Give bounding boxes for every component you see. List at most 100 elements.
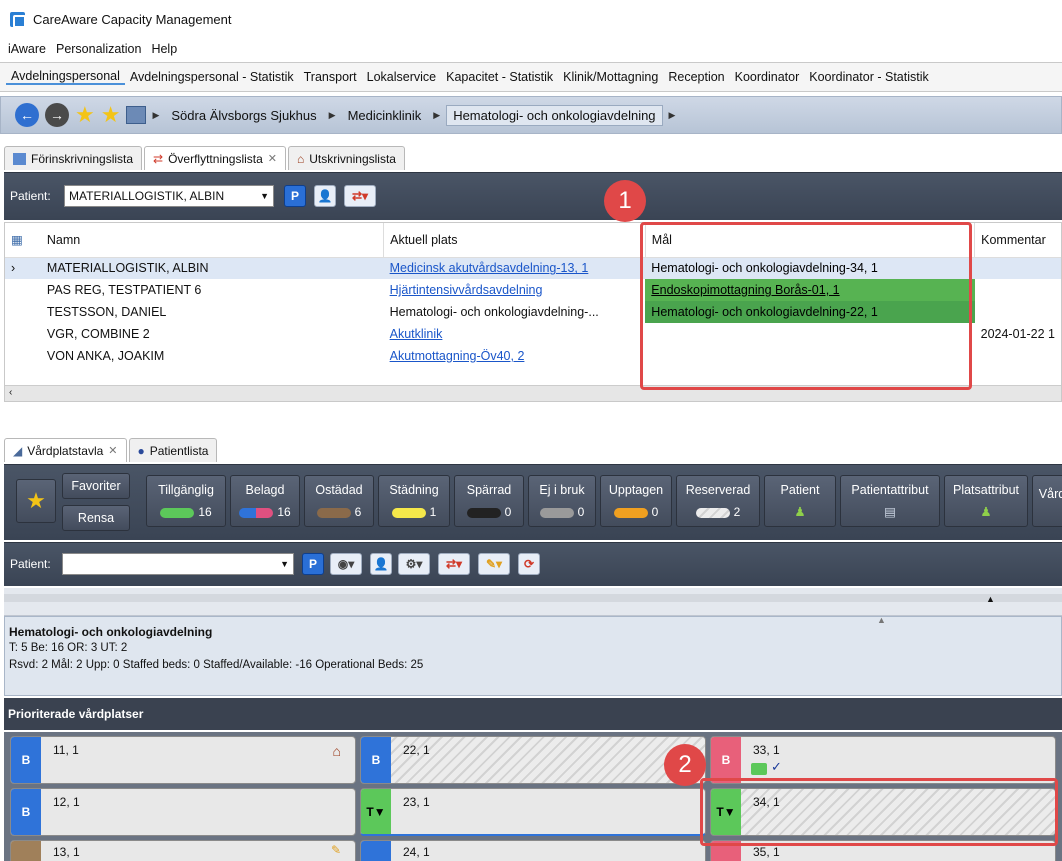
filter-vard[interactable]: Vård [1032,475,1062,527]
callout-1: 1 [604,180,646,222]
patient-person-icon[interactable]: 👤 [314,185,336,207]
breadcrumb-toolbar: ← → ★ ★ ▶ Södra Älvsborgs Sjukhus ▶ Medi… [0,96,1062,134]
bed-card-12-1[interactable]: B 12, 1 [10,788,356,836]
unit-grid-icon[interactable] [126,106,147,124]
column-chooser-icon[interactable]: ▦ [5,223,41,257]
menu-iaware[interactable]: iAware [8,42,46,56]
perspective-lokalservice[interactable]: Lokalservice [362,70,441,84]
transfer-menu-icon[interactable]: ⇄▾ [438,553,470,575]
cleaning-icon: ✎ [330,843,341,857]
patient-label: Patient: [10,189,51,203]
bed-number: 33, 1 [753,743,780,757]
filter-upptagen[interactable]: Upptagen 0 [600,475,672,527]
add-favorite-icon[interactable]: ★ [101,104,121,126]
perspective-kapacitet-statistik[interactable]: Kapacitet - Statistik [441,70,558,84]
ward-stats-line-1: T: 5 Be: 16 OR: 3 UT: 2 [9,642,128,654]
close-icon[interactable]: ✕ [268,152,277,165]
forward-icon[interactable]: → [45,103,69,127]
menu-help[interactable]: Help [151,42,177,56]
perspective-koordinator-statistik[interactable]: Koordinator - Statistik [804,70,934,84]
bed-card-22-1[interactable]: B 22, 1 [360,736,706,784]
highlight-box-bed-34 [700,778,1058,846]
filter-belagd[interactable]: Belagd 16 [230,475,300,527]
status-filter-bar: ★ Favoriter Rensa Tillgänglig 16 Belagd … [4,464,1062,540]
patient-person-icon[interactable]: 👤 [370,553,392,575]
transfer-menu-icon[interactable]: ⇄▾ [344,185,376,207]
bed-board-icon: ◢ [13,443,23,458]
bed-number: 23, 1 [403,795,430,809]
cell-place-link[interactable]: Akutklinik [384,323,646,345]
back-icon[interactable]: ← [15,103,39,127]
column-header-aktuell-plats[interactable]: Aktuell plats [383,223,646,257]
tab-forinskrivningslista[interactable]: Förinskrivningslista [4,146,143,170]
menu-personalization[interactable]: Personalization [56,42,141,56]
clear-button[interactable]: Rensa [62,505,130,531]
place-figure-icon: ♟ [980,505,992,520]
filter-count: 0 [577,505,585,519]
parking-button[interactable]: P [284,185,306,207]
filter-sparrad[interactable]: Spärrad 0 [454,475,524,527]
close-icon[interactable]: ✕ [108,444,117,457]
cell-place-link[interactable]: Medicinsk akutvårdsavdelning-13, 1 [383,257,646,279]
chevron-down-icon: ▼ [260,191,269,201]
breadcrumb-ward[interactable]: Hematologi- och onkologiavdelning [446,104,663,126]
filter-label: Spärrad [466,483,512,497]
perspective-koordinator[interactable]: Koordinator [730,70,805,84]
bed-card-11-1[interactable]: B 11, 1 ⌂ [10,736,356,784]
collapse-up-icon[interactable]: ▲ [986,594,995,604]
cell-name: PAS REG, TESTPATIENT 6 [46,283,202,297]
filter-platsattribut[interactable]: Platsattribut ♟ [944,475,1028,527]
perspective-avdelningspersonal[interactable]: Avdelningspersonal [6,69,125,85]
refresh-icon[interactable]: ⟳ [518,553,540,575]
favorites-star-button[interactable]: ★ [16,479,56,523]
tab-overflyttningslista[interactable]: ⇄ Överflyttningslista ✕ [144,146,287,170]
filter-stadning[interactable]: Städning 1 [378,475,450,527]
bed-card-23-1[interactable]: T▼ 23, 1 [360,788,706,836]
scroll-track[interactable] [4,594,1062,602]
parking-button[interactable]: P [302,553,324,575]
patient-select[interactable]: MATERIALLOGISTIK, ALBIN ▼ [64,185,274,207]
bed-card-24-1[interactable]: 24, 1 [360,840,706,861]
tab-patientlista[interactable]: ● Patientlista [128,438,218,462]
tab-utskrivningslista[interactable]: ⌂ Utskrivningslista [288,146,405,170]
perspective-klinik-mottagning[interactable]: Klinik/Mottagning [558,70,663,84]
favorites-button[interactable]: Favoriter [62,473,130,499]
column-header-kommentar[interactable]: Kommentar [974,223,1061,257]
status-pill [316,507,351,518]
patient-label: Patient: [10,557,51,571]
patient-select-2[interactable]: ▼ [62,553,294,575]
breadcrumb-hospital[interactable]: Södra Älvsborgs Sjukhus [165,106,322,125]
perspective-avdelningspersonal-statistik[interactable]: Avdelningspersonal - Statistik [125,70,299,84]
filter-count: 0 [651,505,659,519]
bed-status-tag: T▼ [361,789,391,834]
perspective-transport[interactable]: Transport [299,70,362,84]
favorite-star-icon[interactable]: ★ [75,104,95,126]
filter-reserverad[interactable]: Reserverad 2 [676,475,760,527]
cell-place: Hematologi- och onkologiavdelning-... [389,305,599,319]
bed-card-13-1[interactable]: 13, 1 ✎ [10,840,356,861]
tab-label: Utskrivningslista [309,151,396,166]
cell-place-link[interactable]: Akutmottagning-Öv40, 2 [384,345,646,367]
perspective-reception[interactable]: Reception [663,70,729,84]
bed-card-33-1[interactable]: B 33, 1 ✓ [710,736,1056,784]
view-menu-icon[interactable]: ◉▾ [330,553,362,575]
tab-vardplatstavla[interactable]: ◢ Vårdplatstavla ✕ [4,438,127,462]
splitter-bar[interactable]: ▲ [4,588,1062,616]
cell-place-link[interactable]: Hjärtintensivvårdsavdelning [384,279,646,301]
filter-ej-i-bruk[interactable]: Ej i bruk 0 [528,475,596,527]
breadcrumb-clinic[interactable]: Medicinklinik [342,106,428,125]
column-header-namn[interactable]: Namn [41,223,384,257]
scroll-left-icon[interactable]: ‹ [9,387,12,398]
filter-ostadad[interactable]: Ostädad 6 [304,475,374,527]
cell-name: MATERIALLOGISTIK, ALBIN [40,257,384,279]
filter-patientattribut[interactable]: Patientattribut ▤ [840,475,940,527]
filter-patient[interactable]: Patient ♟ [764,475,836,527]
row-expand-icon[interactable]: › [5,257,41,279]
filter-label: Upptagen [608,483,664,497]
cleaning-menu-icon[interactable]: ✎▾ [478,553,510,575]
status-pill [466,507,501,518]
filter-tillganglig[interactable]: Tillgänglig 16 [146,475,226,527]
settings-menu-icon[interactable]: ⚙▾ [398,553,430,575]
breadcrumb-separator-icon: ▶ [328,109,336,120]
collapse-icon[interactable]: ▲ [877,615,886,625]
